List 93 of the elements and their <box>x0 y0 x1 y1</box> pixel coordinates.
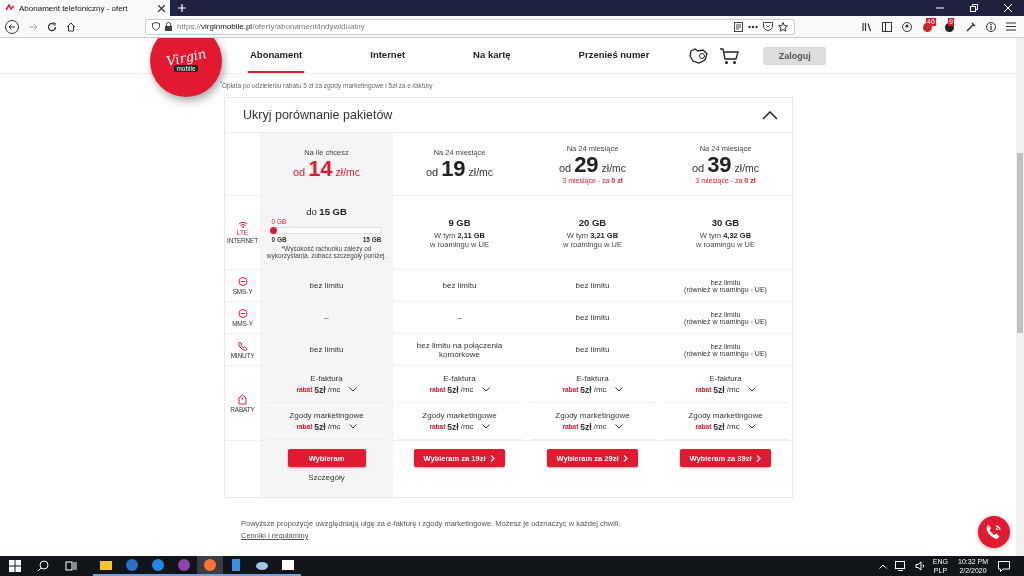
details-link[interactable]: Szczegóły <box>308 473 345 482</box>
cart-icon[interactable] <box>719 46 740 65</box>
library-icon[interactable] <box>862 21 872 32</box>
reload-icon[interactable] <box>47 21 57 32</box>
chevron-down-icon <box>481 387 490 392</box>
price-amount: 19 <box>441 156 466 181</box>
feature-value: bez limitu na połączenia komórkowe <box>415 340 504 359</box>
feature-value: bez limitu <box>441 281 478 290</box>
app-icon[interactable] <box>145 556 171 576</box>
pocket-icon[interactable] <box>763 22 773 31</box>
document-icon[interactable] <box>223 556 249 576</box>
volume-icon[interactable] <box>914 561 925 571</box>
account-icon[interactable] <box>902 21 912 32</box>
nav-tab[interactable]: Przenieś numer <box>576 38 652 73</box>
discount-label: E-faktura <box>443 373 476 383</box>
discount-label: Zgody marketingowe <box>688 410 763 420</box>
price-unit: zł/mc <box>335 165 361 178</box>
price-unit: zł/mc <box>601 162 627 174</box>
slider-thumb[interactable] <box>269 227 277 234</box>
feature-value: – <box>323 313 330 322</box>
price-prefix: od <box>691 162 705 174</box>
feature-value: bez limitu <box>308 345 345 354</box>
wifi-icon <box>237 221 248 228</box>
feature-value: – <box>456 313 463 322</box>
call-button[interactable] <box>978 516 1010 548</box>
price-prefix: od <box>558 162 572 174</box>
chevron-down-icon <box>747 387 756 392</box>
feature-value: bez limitu <box>574 313 611 322</box>
price-prefix: od <box>425 165 439 178</box>
discount-label: Zgody marketingowe <box>422 410 497 420</box>
price-amount: 14 <box>308 156 333 181</box>
nav-tab[interactable]: Abonament <box>248 38 305 73</box>
data-amount: 9 GB <box>448 216 471 228</box>
data-amount: 20 GB <box>578 216 607 228</box>
browser-tab[interactable]: Abonament telefoniczny - ofert <box>0 0 170 16</box>
chevron-right-icon <box>623 454 629 462</box>
price-unit: zł/mc <box>734 162 760 174</box>
price-amount: 29 <box>574 153 599 177</box>
scrollbar[interactable] <box>1016 38 1024 556</box>
back-icon[interactable] <box>5 19 19 34</box>
phone-icon <box>985 523 1003 541</box>
chevron-right-icon <box>490 454 496 462</box>
chevron-down-icon <box>747 424 756 429</box>
nav-tab[interactable]: Internet <box>368 38 408 73</box>
network-icon[interactable] <box>894 561 907 571</box>
caret-icon[interactable] <box>878 563 887 569</box>
new-tab-icon[interactable] <box>178 4 186 12</box>
chevron-down-icon <box>614 424 623 429</box>
data-amount: 30 GB <box>711 216 740 228</box>
notification-icon[interactable] <box>998 560 1010 572</box>
more-icon[interactable] <box>748 24 758 29</box>
sidebar-icon[interactable] <box>882 21 892 32</box>
price-prefix: od <box>292 165 306 178</box>
price-amount: 39 <box>707 153 732 177</box>
discount-label: Zgody marketingowe <box>289 410 364 420</box>
price-unit: zł/mc <box>468 165 494 178</box>
feature-value: bez limitu <box>574 281 611 290</box>
discount-label: E-faktura <box>709 373 742 383</box>
start-icon[interactable] <box>9 560 21 572</box>
restore-icon[interactable] <box>970 4 978 12</box>
chevron-down-icon <box>348 424 357 429</box>
chevron-down-icon <box>481 424 490 429</box>
lock-icon <box>165 22 172 31</box>
map-pin-icon[interactable] <box>689 46 710 65</box>
feature-value: bez limitu <box>308 281 345 290</box>
close-icon[interactable] <box>158 4 165 12</box>
discount-label: E-faktura <box>310 373 343 383</box>
address-bar[interactable]: https://virginmobile.pl/oferty/abonament/indywidualny <box>145 18 795 35</box>
reader-icon[interactable] <box>734 21 743 32</box>
menu-icon[interactable] <box>1006 22 1016 31</box>
app-icon[interactable] <box>119 556 145 576</box>
chevron-right-icon <box>756 454 762 462</box>
chevron-down-icon <box>614 387 623 392</box>
star-icon[interactable] <box>778 21 788 32</box>
browser-icon[interactable] <box>197 556 223 576</box>
login-button[interactable]: Zaloguj <box>763 46 827 65</box>
task-view-icon[interactable] <box>65 560 77 572</box>
logo-icon <box>5 4 15 12</box>
home-icon[interactable] <box>66 21 76 32</box>
feature-value: bez limitu <box>574 345 611 354</box>
data-amount: do 15 GB <box>306 206 347 217</box>
tag-icon <box>238 393 247 405</box>
dropper-icon[interactable] <box>966 21 976 32</box>
phone-icon <box>237 340 248 351</box>
chevron-down-icon <box>348 387 357 392</box>
info-icon[interactable] <box>986 21 996 32</box>
discount-label: Zgody marketingowe <box>555 410 630 420</box>
nav-tab[interactable]: Na kartę <box>471 38 513 73</box>
search-icon[interactable] <box>37 560 49 572</box>
folder-shape-icon <box>99 558 113 572</box>
minimize-icon[interactable] <box>936 4 944 12</box>
shield-icon <box>152 22 160 31</box>
discount-label: E-faktura <box>576 373 609 383</box>
